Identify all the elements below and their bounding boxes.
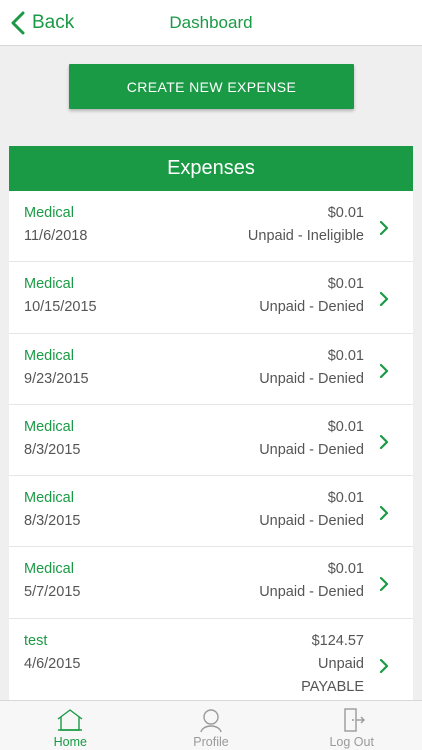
nav-bar: Back Dashboard [0,0,422,46]
expense-category: Medical [24,561,74,578]
chevron-right-icon [379,221,389,235]
expense-status: Unpaid - Denied [259,299,364,316]
chevron-right-icon [379,577,389,592]
expenses-card: Expenses Medical 11/6/2018 $0.01 Unpaid … [9,146,413,706]
chevron-right-icon [379,658,389,673]
chevron-right-icon [379,506,389,521]
expense-amount: $0.01 [327,490,364,507]
expense-amount: $124.57 [311,632,364,649]
create-new-expense-button[interactable]: CREATE NEW EXPENSE [69,64,354,109]
expense-status-secondary: PAYABLE [301,678,364,695]
chevron-right-icon [379,363,389,378]
expense-category: Medical [24,490,74,507]
expense-row[interactable]: Medical 10/15/2015 $0.01 Unpaid - Denied [9,262,413,334]
page-title: Dashboard [169,13,253,32]
expense-status: Unpaid - Denied [259,370,364,387]
expense-status: Unpaid - Denied [259,441,364,458]
profile-icon [200,709,222,733]
expenses-header: Expenses [9,146,413,191]
tab-bar: Home Profile Log Out [0,700,422,750]
expense-date: 4/6/2015 [24,655,81,672]
expense-date: 9/23/2015 [24,370,89,387]
expense-status: Unpaid - Ineligible [247,228,364,244]
expense-row[interactable]: Medical 11/6/2018 $0.01 Unpaid - Ineligi… [9,191,413,263]
logout-icon [343,708,365,732]
expense-amount: $0.01 [327,205,364,221]
home-icon [57,709,83,731]
expense-category: Medical [24,347,74,364]
expense-status: Unpaid [318,655,364,672]
expense-status: Unpaid - Denied [259,584,364,601]
expense-amount: $0.01 [327,418,364,435]
chevron-right-icon [379,292,389,307]
expense-amount: $0.01 [327,347,364,364]
expense-category: Medical [24,276,74,293]
expense-status: Unpaid - Denied [259,513,364,530]
expense-date: 10/15/2015 [24,299,97,316]
tab-profile-label: Profile [193,735,229,749]
expense-category: Medical [24,418,74,435]
expense-row[interactable]: Medical 9/23/2015 $0.01 Unpaid - Denied [9,334,413,405]
expense-amount: $0.01 [327,276,364,293]
expense-date: 8/3/2015 [24,513,81,530]
tab-logout[interactable]: Log Out [281,701,422,750]
expense-date: 8/3/2015 [24,441,81,458]
tab-logout-label: Log Out [329,735,374,749]
chevron-right-icon [379,434,389,449]
tab-home-label: Home [53,735,87,749]
tab-home[interactable]: Home [0,701,141,750]
expense-row[interactable]: Medical 8/3/2015 $0.01 Unpaid - Denied [9,405,413,477]
tab-profile[interactable]: Profile [141,701,282,750]
expense-category: test [24,632,48,649]
expense-amount: $0.01 [327,561,364,578]
expense-category: Medical [24,205,74,221]
expense-date: 11/6/2018 [24,228,88,244]
expense-date: 5/7/2015 [24,584,81,601]
expense-row[interactable]: Medical 5/7/2015 $0.01 Unpaid - Denied [9,547,413,619]
expense-row[interactable]: test 4/6/2015 $124.57 Unpaid PAYABLE [9,619,413,706]
expense-row[interactable]: Medical 8/3/2015 $0.01 Unpaid - Denied [9,476,413,548]
